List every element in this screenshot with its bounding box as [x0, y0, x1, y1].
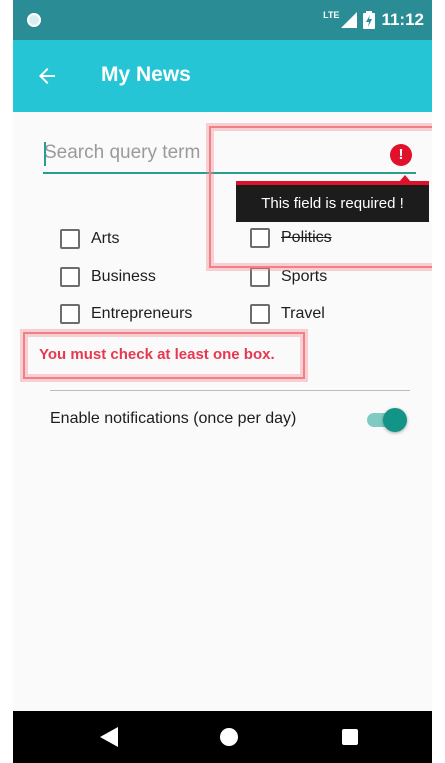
highlight-box-error	[23, 332, 305, 379]
notifications-label: Enable notifications (once per day)	[50, 410, 297, 427]
back-triangle-icon[interactable]	[100, 727, 118, 747]
toggle-thumb[interactable]	[383, 408, 407, 432]
checkbox-entrepreneurs[interactable]: Entrepreneurs	[60, 302, 192, 326]
lte-label: LTE	[323, 10, 340, 20]
checkbox-label: Sports	[281, 268, 328, 285]
notifications-toggle[interactable]	[365, 407, 407, 433]
checkbox-box[interactable]	[60, 267, 80, 287]
status-bar: LTE 11:12	[13, 0, 432, 40]
checkbox-box[interactable]	[250, 267, 270, 287]
page-title: My News	[101, 63, 191, 86]
status-time: 11:12	[381, 10, 424, 29]
checkbox-box[interactable]	[60, 229, 80, 249]
recents-square-icon[interactable]	[342, 729, 358, 745]
status-icons: LTE 11:12	[323, 9, 424, 31]
app-bar: My News	[13, 40, 432, 112]
checkbox-box[interactable]	[250, 304, 270, 324]
checkbox-sports[interactable]: Sports	[250, 265, 327, 289]
highlight-box-tooltip	[209, 126, 432, 268]
divider	[50, 390, 410, 391]
checkbox-label: Business	[91, 268, 156, 285]
text-cursor	[44, 142, 46, 166]
checkbox-label: Travel	[281, 305, 325, 322]
navigation-bar	[13, 711, 432, 763]
app-screen: LTE 11:12 My News ! This field is requir…	[13, 0, 432, 763]
checkbox-arts[interactable]: Arts	[60, 227, 119, 251]
arrow-left-icon[interactable]	[35, 64, 59, 88]
checkbox-box[interactable]	[60, 304, 80, 324]
home-circle-icon[interactable]	[220, 728, 238, 746]
notification-dot-icon	[27, 13, 41, 27]
signal-icon	[341, 12, 358, 28]
checkbox-label: Arts	[91, 230, 120, 247]
checkbox-travel[interactable]: Travel	[250, 302, 325, 326]
battery-icon	[363, 11, 376, 29]
checkbox-business[interactable]: Business	[60, 265, 156, 289]
checkbox-label: Entrepreneurs	[91, 305, 193, 322]
